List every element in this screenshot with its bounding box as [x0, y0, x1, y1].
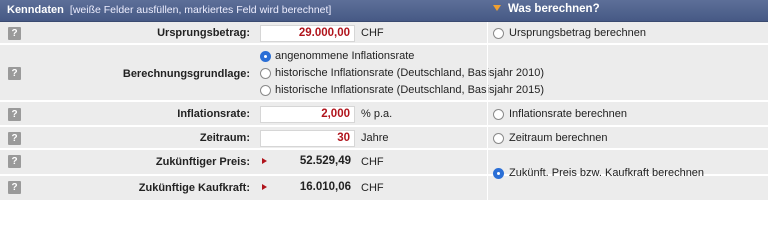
- what-to-calculate-title: Was berechnen?: [508, 3, 600, 15]
- zukuenftiger-preis-value: 52.529,49: [299, 155, 351, 167]
- zukuenftige-kaufkraft-label: Zukünftige Kaufkraft:: [138, 182, 250, 194]
- zukuenftige-kaufkraft-value: 16.010,06: [299, 181, 351, 193]
- row-ursprungsbetrag: ? Ursprungsbetrag: 29.000,00 CHF Ursprun…: [0, 22, 768, 45]
- help-icon[interactable]: ?: [8, 108, 21, 121]
- zukuenftiger-preis-result: 52.529,49: [260, 153, 355, 170]
- help-icon[interactable]: ?: [8, 27, 21, 40]
- radio-historische-2015[interactable]: [260, 85, 271, 96]
- header-left: Kenndaten [weiße Felder ausfüllen, marki…: [7, 4, 331, 16]
- inflationsrate-input[interactable]: 2,000: [260, 106, 355, 123]
- ursprungsbetrag-unit: CHF: [361, 27, 384, 39]
- radio-zeitraum-berechnen[interactable]: [493, 133, 504, 144]
- column-divider: [487, 22, 488, 200]
- inflation-calculator: Kenndaten [weiße Felder ausfüllen, marki…: [0, 0, 768, 200]
- triangle-down-icon: [493, 5, 501, 11]
- preis-kaufkraft-berechnen-label: Zukünft. Preis bzw. Kaufkraft berechnen: [509, 167, 705, 179]
- header-right: Was berechnen?: [493, 3, 600, 15]
- zeitraum-unit: Jahre: [361, 132, 389, 144]
- inflationsrate-label: Inflationsrate:: [177, 108, 250, 120]
- ursprungsbetrag-label: Ursprungsbetrag:: [157, 27, 250, 39]
- zukuenftige-kaufkraft-result: 16.010,06: [260, 179, 355, 196]
- result-arrow-icon: [262, 158, 267, 164]
- berechnungsgrundlage-label: Berechnungsgrundlage:: [122, 68, 250, 80]
- inflationsrate-unit: % p.a.: [361, 108, 393, 120]
- radio-ursprungsbetrag-berechnen[interactable]: [493, 28, 504, 39]
- help-icon[interactable]: ?: [8, 132, 21, 145]
- radio-angenommene-inflationsrate[interactable]: [260, 51, 271, 62]
- result-arrow-icon: [262, 184, 267, 190]
- help-icon[interactable]: ?: [8, 67, 21, 80]
- ursprungsbetrag-berechnen-label: Ursprungsbetrag berechnen: [509, 27, 646, 39]
- zeitraum-label: Zeitraum:: [199, 132, 250, 144]
- zukuenftiger-preis-unit: CHF: [361, 156, 384, 168]
- zeitraum-berechnen-label: Zeitraum berechnen: [509, 132, 608, 144]
- radio-preis-kaufkraft-berechnen[interactable]: [493, 168, 504, 179]
- zukuenftiger-preis-label: Zukünftiger Preis:: [155, 156, 250, 168]
- radio-historische-2010[interactable]: [260, 68, 271, 79]
- option-angenommene-inflationsrate: angenommene Inflationsrate: [275, 50, 415, 62]
- header-subtitle: [weiße Felder ausfüllen, markiertes Feld…: [69, 4, 332, 16]
- help-icon[interactable]: ?: [8, 155, 21, 168]
- header-title: Kenndaten: [7, 4, 64, 16]
- radio-inflationsrate-berechnen[interactable]: [493, 109, 504, 120]
- row-berechnungsgrundlage: ? Berechnungsgrundlage: angenommene Infl…: [0, 45, 768, 102]
- help-icon[interactable]: ?: [8, 181, 21, 194]
- row-inflationsrate: ? Inflationsrate: 2,000 % p.a. Inflation…: [0, 102, 768, 127]
- zukuenftige-kaufkraft-unit: CHF: [361, 182, 384, 194]
- inflationsrate-berechnen-label: Inflationsrate berechnen: [509, 108, 628, 120]
- option-historische-2015: historische Inflationsrate (Deutschland,…: [275, 84, 545, 96]
- ursprungsbetrag-input[interactable]: 29.000,00: [260, 25, 355, 42]
- zeitraum-input[interactable]: 30: [260, 130, 355, 147]
- header-bar: Kenndaten [weiße Felder ausfüllen, marki…: [0, 0, 768, 22]
- row-zeitraum: ? Zeitraum: 30 Jahre Zeitraum berechnen: [0, 127, 768, 150]
- option-historische-2010: historische Inflationsrate (Deutschland,…: [275, 67, 545, 79]
